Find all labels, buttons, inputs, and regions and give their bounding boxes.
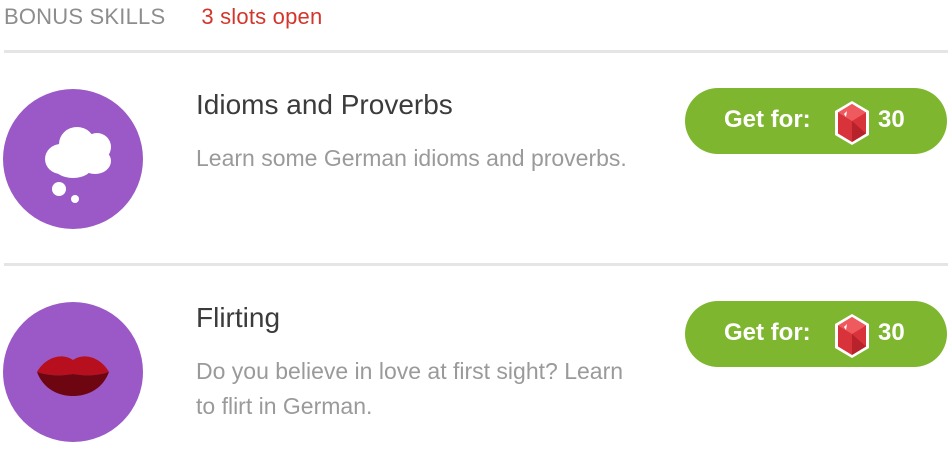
skill-icon-circle — [3, 89, 143, 229]
thought-bubble-icon — [45, 127, 111, 203]
lips-icon — [37, 356, 109, 396]
buy-skill-button[interactable]: Get for: 30 — [685, 301, 947, 367]
bonus-skills-header: BONUS SKILLS 3 slots open — [4, 2, 322, 32]
skill-row-idioms: Idioms and Proverbs Learn some German id… — [0, 53, 949, 229]
price-label: 30 — [878, 319, 905, 346]
skill-row-flirting: Flirting Do you believe in love at first… — [0, 266, 949, 442]
gem-icon — [835, 101, 869, 145]
skill-description: Do you believe in love at first sight? L… — [196, 358, 624, 419]
buy-button-label: Get for: — [724, 106, 811, 133]
buy-skill-button[interactable]: Get for: 30 — [685, 88, 947, 154]
section-title: BONUS SKILLS — [4, 4, 166, 29]
skill-title: Idioms and Proverbs — [196, 89, 453, 120]
skill-icon-circle — [3, 302, 143, 442]
gem-icon — [835, 314, 869, 358]
skill-title: Flirting — [196, 302, 281, 333]
price-label: 30 — [878, 106, 905, 133]
buy-button-label: Get for: — [724, 319, 811, 346]
skill-description: Learn some German idioms and proverbs. — [196, 145, 627, 171]
slots-open-label: 3 slots open — [201, 4, 323, 29]
